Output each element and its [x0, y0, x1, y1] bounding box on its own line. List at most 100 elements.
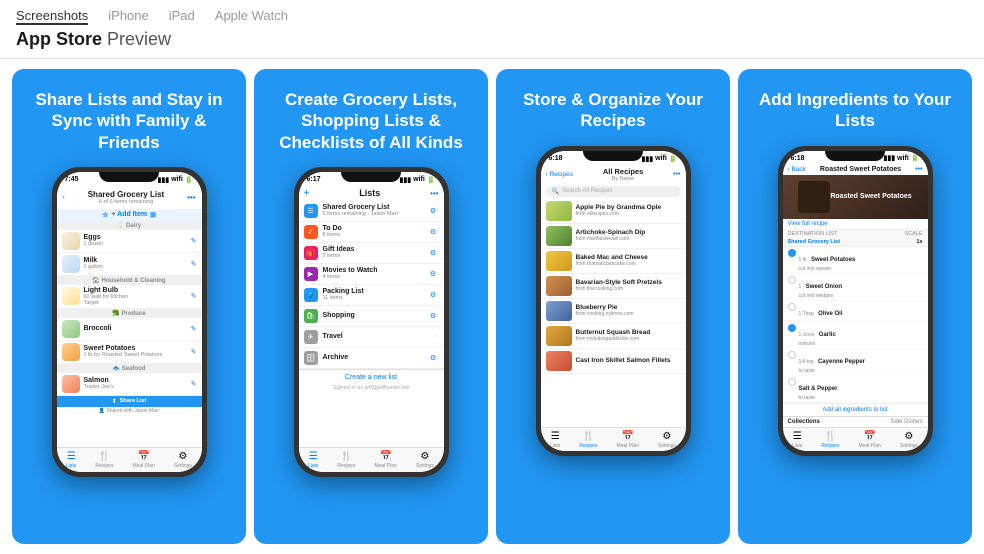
lists-tab-label-4: Lists	[792, 443, 802, 449]
p1-add-item-bar[interactable]: ☆ + Add Item ⊞	[57, 209, 202, 221]
list-row-shopping[interactable]: 🛍 Shopping ⚙ ›	[299, 306, 444, 327]
broccoli-item: Broccoli ✎	[57, 318, 202, 341]
recipe-salmon[interactable]: Cast Iron Skillet Salmon Fillets	[541, 349, 686, 374]
todo-text: To Do 8 items	[323, 225, 430, 238]
recipe-apple[interactable]: Apple Pie by Grandma Ople from allrecipe…	[541, 199, 686, 224]
mac-thumb	[546, 251, 572, 271]
movies-sub: 4 items	[323, 274, 430, 280]
eggs-name: Eggs	[84, 234, 191, 241]
recipes-tab-label-2: Recipes	[337, 463, 355, 469]
artichoke-thumb	[546, 226, 572, 246]
mealplan-tab-label: Meal Plan	[133, 463, 155, 469]
recipe-blueberry[interactable]: Blueberry Pie from cooking.nytimes.com	[541, 299, 686, 324]
tab-mealplan-4[interactable]: 📅 Meal Plan	[859, 431, 881, 449]
list-row-grocery[interactable]: ☰ Shared Grocery List 5 items remaining …	[299, 201, 444, 222]
tab-recipes-3[interactable]: 🍴 Recipes	[579, 431, 597, 449]
tab-settings-3[interactable]: ⚙ Settings	[658, 431, 676, 449]
tab-lists-3[interactable]: ☰ Lists	[550, 431, 560, 449]
cast-salmon-thumb	[546, 351, 572, 371]
p3-back-btn[interactable]: ‹ Recipes	[546, 171, 573, 178]
p3-search-bar[interactable]: 🔍 Search All Recipes	[546, 186, 681, 197]
todo-icon: ✓	[304, 225, 318, 239]
time-1: 7:45	[65, 176, 79, 183]
p4-more-btn[interactable]: •••	[915, 166, 922, 173]
ing-check-sweetpot[interactable]	[788, 249, 796, 257]
signal-icon-2: ▮▮▮	[400, 176, 412, 184]
phone-4-screen: 6:18 ▮▮▮ wifi 🔋 ‹ Back Roasted Sweet Pot…	[783, 151, 928, 451]
settings-tab-label: Settings	[174, 463, 192, 469]
ing-name-onion: Sweet Onion	[806, 284, 842, 290]
ing-amount-sweetpot: 1 lb	[799, 257, 807, 263]
lists-tab-label-3: Lists	[550, 443, 560, 449]
gifts-text: Gift Ideas 2 items	[323, 246, 430, 259]
tab-settings-2[interactable]: ⚙ Settings	[416, 451, 434, 469]
p4-back-btn[interactable]: ‹ Back	[788, 166, 806, 173]
ing-detail-sweetpot: cut into spears	[799, 266, 856, 272]
p4-nav: ‹ Back Roasted Sweet Potatoes •••	[783, 164, 928, 175]
tab-settings-4[interactable]: ⚙ Settings	[900, 431, 918, 449]
p1-more[interactable]: •••	[187, 193, 195, 202]
list-row-gifts[interactable]: 🎁 Gift Ideas 2 items ⚙ ›	[299, 243, 444, 264]
p3-more-btn[interactable]: •••	[673, 171, 680, 178]
gifts-name: Gift Ideas	[323, 246, 430, 253]
share-bar[interactable]: ⬆ Share List	[57, 396, 202, 407]
p1-nav: ‹ Shared Grocery List 6 of 6 items remai…	[57, 186, 202, 209]
tab-mealplan-1[interactable]: 📅 Meal Plan	[133, 451, 155, 469]
ing-check-salt[interactable]	[788, 378, 796, 386]
ing-check-olive[interactable]	[788, 303, 796, 311]
eggs-edit[interactable]: ✎	[191, 237, 197, 245]
ing-check-onion[interactable]	[788, 276, 796, 284]
signed-in-label: Signed in as jeff@jeffhunter.me	[299, 385, 444, 393]
list-row-packing[interactable]: 🧳 Packing List 11 items ⚙ ›	[299, 285, 444, 306]
battery-icon-3: 🔋	[669, 155, 678, 163]
tab-settings-1[interactable]: ⚙ Settings	[174, 451, 192, 469]
list-row-travel[interactable]: ✈ Travel ›	[299, 327, 444, 348]
tab-lists-1[interactable]: ☰ Lists	[66, 451, 76, 469]
recipe-artichoke[interactable]: Artichoke-Spinach Dip from marthastewart…	[541, 224, 686, 249]
ing-name-sweetpot: Sweet Potatoes	[811, 257, 855, 263]
tab-screenshots[interactable]: Screenshots	[16, 8, 88, 25]
p2-add-btn[interactable]: +	[304, 188, 310, 199]
tab-lists-4[interactable]: ☰ Lists	[792, 431, 802, 449]
battery-icon-2: 🔋	[427, 176, 436, 184]
settings-tab-icon-4: ⚙	[904, 431, 913, 442]
add-all-btn[interactable]: Add all ingredients to list	[783, 403, 928, 416]
tab-iphone[interactable]: iPhone	[108, 8, 148, 25]
list-row-movies[interactable]: ▶ Movies to Watch 4 items ⚙ ›	[299, 264, 444, 285]
p4-nav-title: Roasted Sweet Potatoes	[820, 166, 901, 173]
ing-amount-olive: 1 Tbsp	[799, 311, 814, 317]
broccoli-edit[interactable]: ✎	[191, 325, 197, 333]
signal-icon: ▮▮▮	[158, 176, 170, 184]
ing-text-salt: Salt & Pepper to taste	[799, 377, 838, 401]
p2-more-btn[interactable]: •••	[430, 189, 438, 198]
tab-recipes-2[interactable]: 🍴 Recipes	[337, 451, 355, 469]
list-row-todo[interactable]: ✓ To Do 8 items ⚙ ›	[299, 222, 444, 243]
broccoli-name: Broccoli	[84, 325, 191, 332]
tab-recipes-1[interactable]: 🍴 Recipes	[95, 451, 113, 469]
phone-4: 6:18 ▮▮▮ wifi 🔋 ‹ Back Roasted Sweet Pot…	[778, 146, 933, 456]
salmon-edit[interactable]: ✎	[191, 380, 197, 388]
tab-mealplan-2[interactable]: 📅 Meal Plan	[375, 451, 397, 469]
tab-recipes-4[interactable]: 🍴 Recipes	[821, 431, 839, 449]
tab-apple-watch[interactable]: Apple Watch	[215, 8, 288, 25]
sweetpot-edit[interactable]: ✎	[191, 348, 197, 356]
bulb-edit[interactable]: ✎	[191, 292, 197, 300]
ing-check-cayenne[interactable]	[788, 351, 796, 359]
recipes-tab-label-4: Recipes	[821, 443, 839, 449]
view-recipe-btn[interactable]: View full recipe	[783, 219, 928, 230]
p1-list-title: Shared Grocery List	[88, 190, 164, 199]
ing-sweetpot: 1 lb Sweet Potatoes cut into spears	[783, 247, 928, 274]
ing-check-garlic[interactable]	[788, 324, 796, 332]
tab-ipad[interactable]: iPad	[169, 8, 195, 25]
tab-mealplan-3[interactable]: 📅 Meal Plan	[617, 431, 639, 449]
recipe-pretzel[interactable]: Bavarian-Style Soft Pretzels from fineco…	[541, 274, 686, 299]
recipe-squash[interactable]: Butternut Squash Bread from mybakingaddi…	[541, 324, 686, 349]
list-row-archive[interactable]: 🗄 Archive ⚙ ›	[299, 348, 444, 369]
create-list-btn[interactable]: Create a new list	[299, 369, 444, 385]
p1-back[interactable]: ‹	[63, 194, 65, 201]
tab-lists-2[interactable]: ☰ Lists	[308, 451, 318, 469]
recipe-mac[interactable]: Baked Mac and Cheese from dramaticpancak…	[541, 249, 686, 274]
header: Screenshots iPhone iPad Apple Watch App …	[0, 0, 984, 59]
broccoli-icon	[62, 320, 80, 338]
milk-edit[interactable]: ✎	[191, 260, 197, 268]
